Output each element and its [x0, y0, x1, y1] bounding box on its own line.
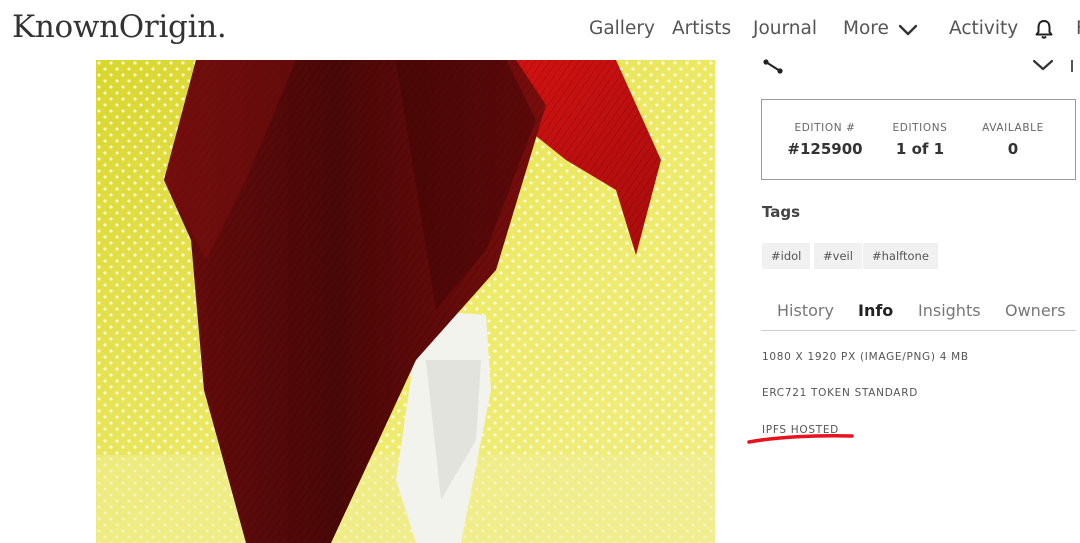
tab-info[interactable]: Info — [858, 301, 893, 320]
panel-edge-marker — [1071, 60, 1073, 72]
detail-tabs: History Info Insights Owners — [761, 295, 1076, 331]
tags-heading: Tags — [762, 203, 801, 221]
nav-journal[interactable]: Journal — [753, 18, 817, 39]
highlight-underline — [747, 434, 854, 444]
available-label: AVAILABLE — [982, 122, 1044, 134]
tag-chip[interactable]: #idol — [762, 243, 811, 269]
editions-label: EDITIONS — [892, 122, 948, 134]
nav-gallery[interactable]: Gallery — [589, 18, 655, 39]
tab-owners[interactable]: Owners — [1005, 301, 1066, 320]
tag-chip[interactable]: #veil — [814, 243, 862, 269]
nav-item-truncated[interactable]: F — [1076, 18, 1080, 39]
chevron-down-icon[interactable] — [898, 24, 918, 36]
token-standard: ERC721 TOKEN STANDARD — [762, 387, 918, 399]
available-value: 0 — [1007, 140, 1019, 158]
brand-logo[interactable]: KnownOrigin. — [12, 9, 227, 45]
artwork-illustration — [96, 60, 715, 543]
bell-icon[interactable] — [1033, 18, 1055, 40]
edition-stats: EDITION # #125900 EDITIONS 1 of 1 AVAILA… — [761, 99, 1076, 180]
share-icon[interactable] — [762, 55, 784, 77]
stat-editions: EDITIONS 1 of 1 — [880, 122, 960, 158]
chevron-down-icon[interactable] — [1032, 58, 1054, 72]
nav-activity[interactable]: Activity — [949, 18, 1018, 39]
tag-chip[interactable]: #halftone — [863, 243, 938, 269]
edition-value: #125900 — [787, 140, 863, 158]
editions-value: 1 of 1 — [895, 140, 945, 158]
file-dimensions: 1080 X 1920 PX (IMAGE/PNG) 4 MB — [762, 351, 969, 363]
nav-more[interactable]: More — [843, 18, 889, 39]
tab-insights[interactable]: Insights — [918, 301, 981, 320]
stat-edition: EDITION # #125900 — [782, 122, 868, 158]
tab-history[interactable]: History — [777, 301, 834, 320]
nav-artists[interactable]: Artists — [672, 18, 731, 39]
edition-label: EDITION # — [794, 122, 856, 134]
artwork-image[interactable] — [96, 60, 715, 543]
stat-available: AVAILABLE 0 — [970, 122, 1056, 158]
top-navigation: KnownOrigin. Gallery Artists Journal Mor… — [0, 0, 1080, 60]
